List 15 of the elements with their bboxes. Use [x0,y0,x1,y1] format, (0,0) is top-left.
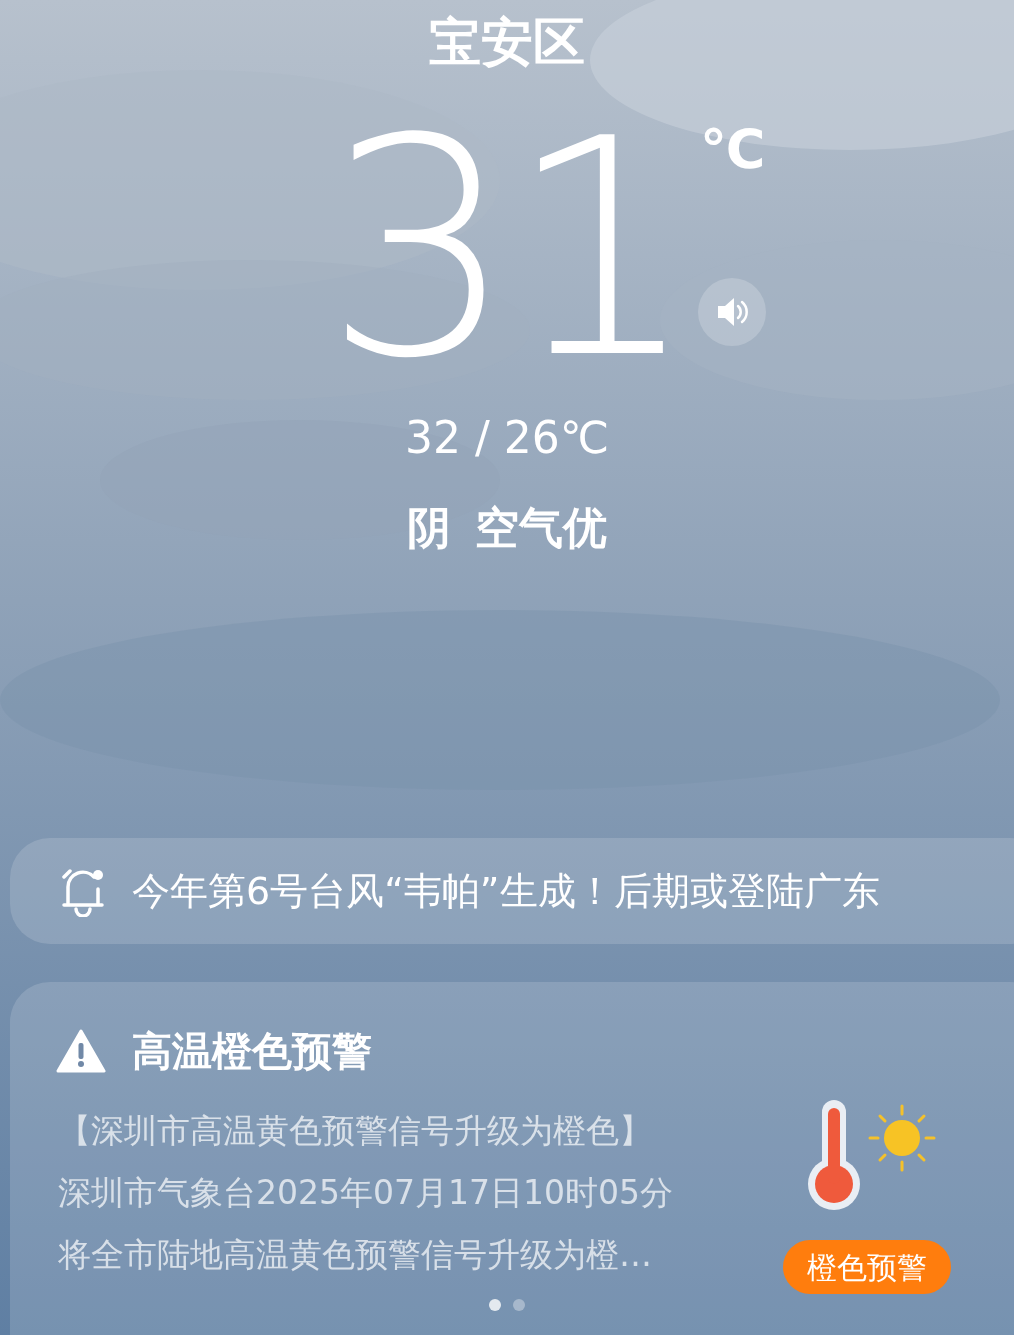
temperature-range: 32 / 26℃ [404,411,610,465]
alert-text-line: 【深圳市高温黄色预警信号升级为橙色】 [58,1110,653,1152]
warning-icon [56,1029,106,1073]
alert-title: 高温橙色预警 [132,1027,372,1076]
alert-card[interactable] [10,982,1014,1335]
temperature: 31 [324,120,690,380]
air-quality: 空气优 [475,501,607,555]
location-title: 宝安区 [429,11,585,74]
alert-level-badge: 橙色预警 [783,1240,951,1294]
alert-text-line: 将全市陆地高温黄色预警信号升级为橙… [58,1234,653,1276]
news-banner[interactable]: 今年第6号台风“韦帕”生成！后期或登陆广东 [10,838,1014,944]
weather-condition: 阴 [407,501,451,555]
alert-text-line: 深圳市气象台2025年07月17日10时05分 [58,1172,673,1214]
news-text: 今年第6号台风“韦帕”生成！后期或登陆广东 [132,867,880,915]
temperature-unit: ℃ [699,120,766,180]
